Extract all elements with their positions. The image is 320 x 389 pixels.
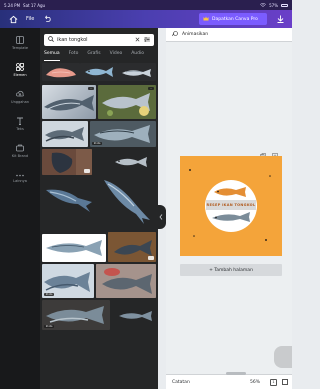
- page-count[interactable]: 1: [270, 378, 277, 386]
- animate-icon: [172, 30, 178, 39]
- rail-item-text[interactable]: Teks: [0, 112, 40, 136]
- undo-icon[interactable]: [40, 12, 54, 26]
- scroll-indicator[interactable]: [226, 372, 246, 375]
- top-toolbar: File Dapatkan Canva Pro: [0, 10, 292, 28]
- result-item[interactable]: 11.0s: [42, 300, 110, 330]
- fish-fillet-icon: [46, 68, 76, 78]
- result-item[interactable]: [112, 154, 150, 170]
- elements-icon: [16, 63, 24, 71]
- chevron-left-icon: [159, 214, 163, 220]
- result-item[interactable]: [96, 264, 156, 298]
- rail-label-brand: Kit Brand: [11, 154, 29, 158]
- fish-photo: [96, 264, 156, 298]
- get-pro-label: Dapatkan Canva Pro: [212, 16, 258, 22]
- battery-percent: 57%: [269, 2, 278, 8]
- result-item[interactable]: ···: [98, 85, 156, 119]
- more-options-icon[interactable]: ···: [88, 87, 94, 90]
- tuna-icon: [46, 189, 92, 212]
- panel-tabs: Semua Foto Grafis Video Audio: [44, 51, 156, 61]
- file-menu[interactable]: File: [26, 16, 34, 22]
- fish-photo: [45, 127, 84, 142]
- zoom-level[interactable]: 56%: [250, 380, 260, 385]
- wifi-icon: [259, 2, 267, 8]
- result-item[interactable]: [42, 180, 96, 214]
- more-options-icon[interactable]: ···: [148, 87, 154, 90]
- rail-label-template: Template: [12, 46, 28, 50]
- fish-photo: [44, 95, 94, 111]
- rail-label-elements: Elemen: [13, 73, 27, 77]
- result-item[interactable]: [42, 63, 80, 81]
- download-icon[interactable]: [274, 13, 286, 25]
- tab-photos[interactable]: Foto: [69, 51, 79, 61]
- rail-item-elements[interactable]: Elemen: [0, 58, 40, 82]
- rail-item-template[interactable]: Template: [0, 31, 40, 55]
- result-item[interactable]: [80, 63, 118, 81]
- tab-all[interactable]: Semua: [44, 51, 60, 61]
- result-item[interactable]: [42, 149, 92, 175]
- battery-icon: [281, 3, 288, 7]
- status-time: 5.24 PM: [4, 2, 21, 8]
- home-icon[interactable]: [6, 12, 20, 26]
- results-grid: ··· ··· 11.0s 11.0s 11.0s: [40, 62, 158, 389]
- premium-icon: [84, 169, 90, 173]
- result-item[interactable]: [116, 308, 156, 322]
- fish-icon: [115, 157, 147, 167]
- result-item[interactable]: [118, 63, 156, 81]
- hide-panel-handle[interactable]: [156, 205, 166, 229]
- floating-assistant[interactable]: [274, 346, 292, 368]
- search-bar[interactable]: ikan tongkol: [44, 34, 154, 46]
- brand-icon: [16, 144, 24, 152]
- clear-icon[interactable]: [135, 37, 140, 44]
- rail-item-brand[interactable]: Kit Brand: [0, 139, 40, 163]
- fish-icon: [119, 311, 152, 321]
- rail-label-more: Lainnya: [13, 178, 27, 183]
- more-icon: [16, 174, 24, 176]
- rail-label-uploads: Unggahan: [11, 100, 29, 104]
- status-date: Sat 17 Agu: [23, 2, 46, 8]
- video-duration: 11.0s: [44, 325, 54, 328]
- rail-label-text: Teks: [16, 127, 24, 131]
- rail-item-more[interactable]: Lainnya: [0, 166, 40, 190]
- filter-icon[interactable]: [144, 36, 150, 44]
- fish-photo: [46, 240, 102, 256]
- search-icon: [48, 36, 54, 44]
- left-rail: Template Elemen Unggahan Teks Kit Brand …: [0, 28, 40, 389]
- search-input[interactable]: ikan tongkol: [57, 37, 88, 43]
- result-item[interactable]: 11.0s: [42, 264, 94, 298]
- fish-photo: [98, 85, 156, 119]
- fullscreen-icon[interactable]: [282, 379, 288, 385]
- result-item[interactable]: ···: [42, 85, 96, 119]
- result-item[interactable]: [98, 174, 156, 226]
- result-item[interactable]: 11.0s: [90, 121, 156, 147]
- canvas-area: Animasikan RESEP IKAN TONGKOL + Tambah h…: [166, 28, 292, 389]
- add-page-button[interactable]: + Tambah halaman: [180, 264, 282, 276]
- fish-icon: [85, 67, 113, 77]
- fish-icon: [122, 69, 151, 77]
- tab-audio[interactable]: Audio: [131, 51, 144, 61]
- crown-icon: [203, 16, 209, 23]
- elements-panel: ikan tongkol Semua Foto Grafis Video Aud…: [40, 28, 158, 389]
- premium-icon: [148, 256, 154, 260]
- notes-button[interactable]: Catatan: [172, 380, 190, 385]
- upload-icon: [16, 90, 24, 97]
- tab-graphics[interactable]: Grafis: [87, 51, 100, 61]
- status-bar: 5.24 PM Sat 17 Agu 57%: [0, 0, 292, 10]
- tab-videos[interactable]: Video: [110, 51, 123, 61]
- result-item[interactable]: [42, 121, 88, 147]
- rail-item-uploads[interactable]: Unggahan: [0, 85, 40, 109]
- video-duration: 11.0s: [92, 142, 102, 145]
- bottom-bar: Catatan 56% 1: [166, 372, 292, 389]
- get-pro-button[interactable]: Dapatkan Canva Pro: [199, 13, 267, 25]
- design-page[interactable]: RESEP IKAN TONGKOL: [180, 156, 282, 256]
- design-title: RESEP IKAN TONGKOL: [206, 200, 256, 210]
- animate-label: Animasikan: [182, 32, 209, 37]
- template-icon: [16, 36, 24, 44]
- result-item[interactable]: [108, 232, 156, 262]
- text-icon: [17, 117, 23, 125]
- tuna-icon: [104, 180, 150, 224]
- animate-button[interactable]: Animasikan: [166, 28, 292, 42]
- video-duration: 11.0s: [44, 293, 54, 296]
- result-item[interactable]: [42, 234, 106, 262]
